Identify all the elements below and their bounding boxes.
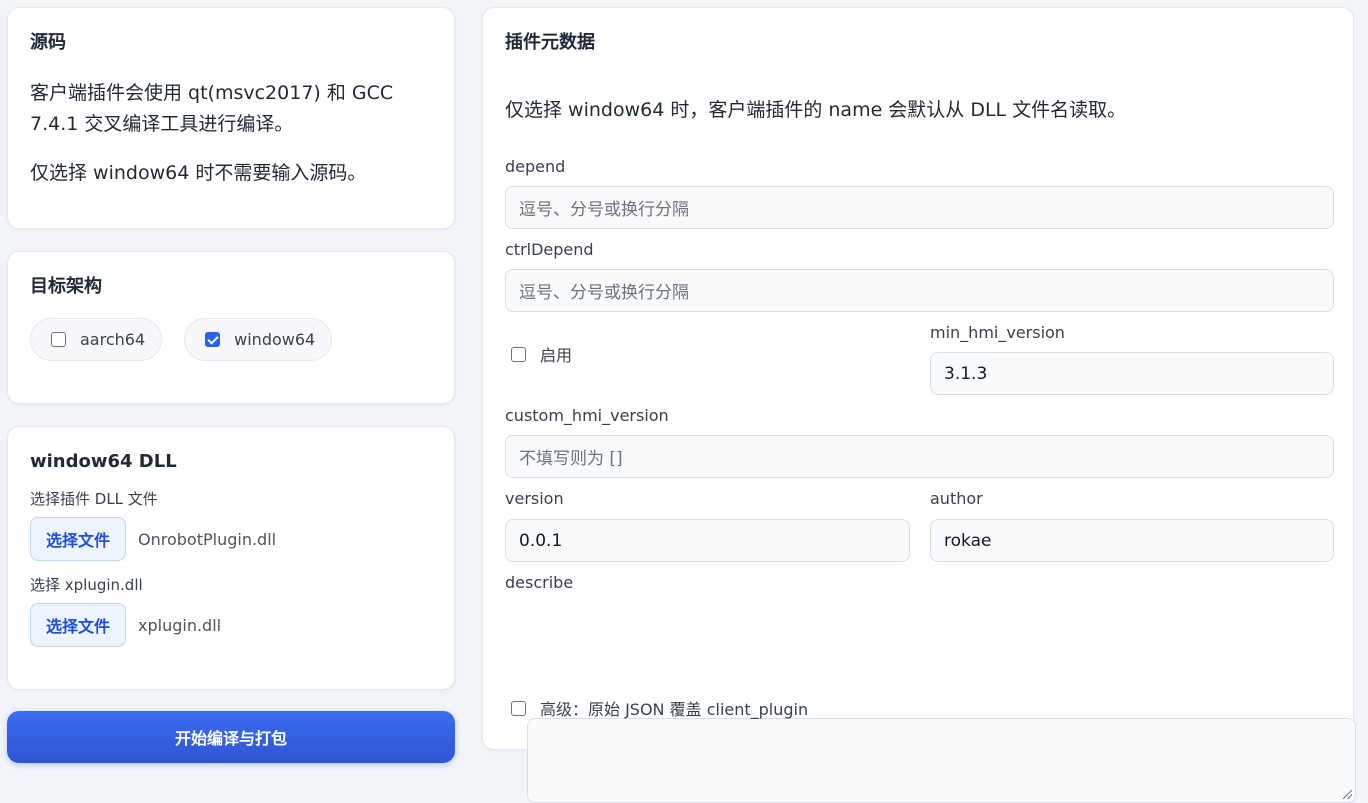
advanced-json-label: 高级：原始 JSON 覆盖 client_plugin: [540, 700, 809, 719]
version-input[interactable]: 0.0.1: [505, 519, 910, 562]
xplugin-dll-choose-button[interactable]: 选择文件: [30, 603, 127, 647]
describe-label: describe: [505, 573, 574, 592]
arch-option-window64[interactable]: window64: [184, 318, 333, 361]
arch-card: 目标架构 aarch64 window64: [7, 251, 455, 404]
enable-toggle[interactable]: 启用: [511, 342, 572, 366]
ctrl-depend-input[interactable]: 逗号、分号或换行分隔: [505, 269, 1334, 312]
custom-hmi-version-input[interactable]: 不填写则为 []: [505, 435, 1334, 478]
author-input[interactable]: rokae: [930, 519, 1334, 562]
dll-card: window64 DLL 选择插件 DLL 文件 选择文件 OnrobotPlu…: [7, 426, 455, 690]
plugin-dll-label: 选择插件 DLL 文件: [30, 490, 158, 508]
metadata-title: 插件元数据: [505, 32, 595, 53]
arch-title: 目标架构: [30, 276, 102, 297]
source-title: 源码: [30, 32, 66, 53]
min-hmi-version-input[interactable]: 3.1.3: [930, 352, 1334, 395]
source-description: 客户端插件会使用 qt(msvc2017) 和 GCC 7.4.1 交叉编译工具…: [30, 82, 394, 135]
custom-hmi-version-label: custom_hmi_version: [505, 406, 669, 425]
plugin-dll-choose-button[interactable]: 选择文件: [30, 517, 127, 561]
ctrl-depend-label: ctrlDepend: [505, 240, 594, 259]
dll-title: window64 DLL: [30, 451, 177, 472]
resize-grip-icon[interactable]: [1343, 790, 1352, 799]
source-card: 源码 客户端插件会使用 qt(msvc2017) 和 GCC 7.4.1 交叉编…: [7, 7, 455, 229]
enable-checkbox[interactable]: [511, 346, 526, 362]
arch-option-label: aarch64: [80, 330, 146, 349]
xplugin-dll-filename: xplugin.dll: [138, 615, 222, 635]
author-label: author: [930, 489, 983, 508]
arch-option-aarch64[interactable]: aarch64: [30, 318, 163, 361]
aarch64-checkbox[interactable]: [51, 332, 66, 347]
advanced-json-checkbox[interactable]: [511, 700, 526, 716]
depend-label: depend: [505, 157, 566, 176]
xplugin-dll-picker: 选择文件 xplugin.dll: [30, 603, 432, 647]
metadata-card: 插件元数据 仅选择 window64 时，客户端插件的 name 会默认从 DL…: [482, 7, 1356, 803]
arch-options: aarch64 window64: [30, 318, 432, 361]
describe-textarea[interactable]: [527, 718, 1356, 803]
depend-input[interactable]: 逗号、分号或换行分隔: [505, 186, 1334, 229]
window64-checkbox[interactable]: [205, 332, 221, 347]
plugin-dll-picker: 选择文件 OnrobotPlugin.dll: [30, 517, 432, 561]
source-note: 仅选择 window64 时不需要输入源码。: [30, 162, 367, 184]
min-hmi-version-label: min_hmi_version: [930, 323, 1065, 342]
version-label: version: [505, 489, 564, 508]
build-package-button[interactable]: 开始编译与打包: [7, 711, 455, 763]
advanced-json-toggle[interactable]: 高级：原始 JSON 覆盖 client_plugin: [511, 696, 808, 720]
plugin-dll-filename: OnrobotPlugin.dll: [138, 529, 277, 549]
arch-option-label: window64: [234, 330, 316, 349]
xplugin-dll-label: 选择 xplugin.dll: [30, 576, 143, 594]
metadata-note: 仅选择 window64 时，客户端插件的 name 会默认从 DLL 文件名读…: [505, 99, 1127, 121]
enable-label: 启用: [540, 346, 573, 365]
